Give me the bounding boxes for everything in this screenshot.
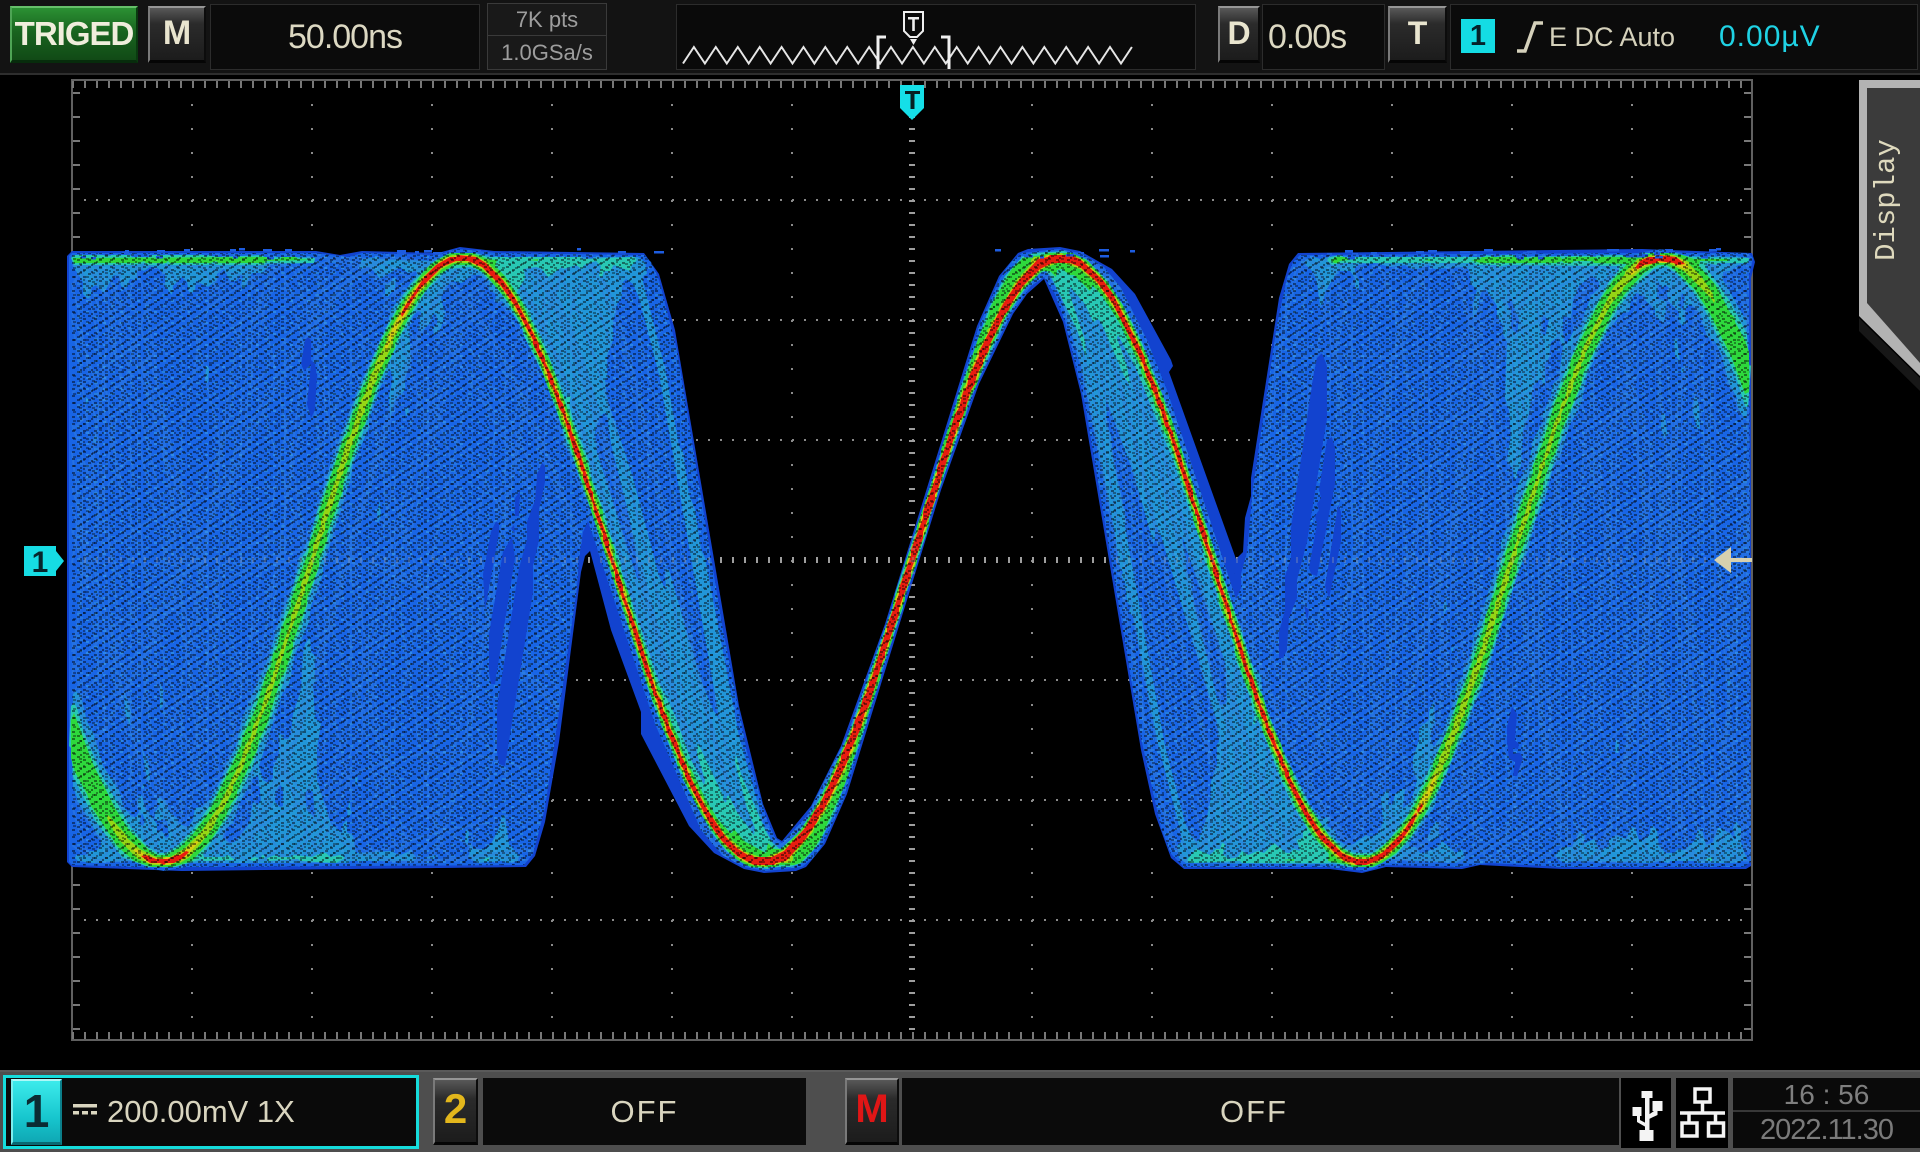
svg-text:1: 1	[32, 546, 49, 579]
svg-text:Display: Display	[1870, 139, 1903, 261]
